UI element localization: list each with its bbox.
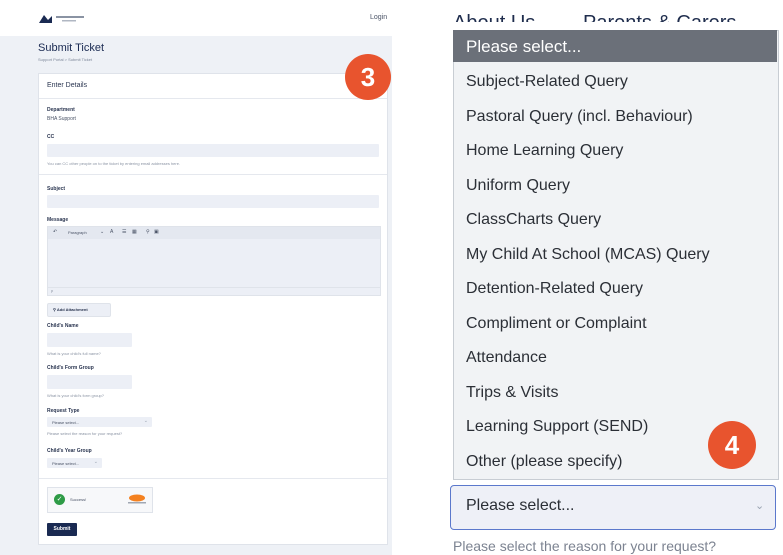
child-name-hint: What is your child's full name? bbox=[47, 351, 101, 356]
cc-label: CC bbox=[47, 134, 55, 140]
option-uniform[interactable]: Uniform Query bbox=[466, 177, 570, 195]
breadcrumb[interactable]: Support Portal > Submit Ticket bbox=[38, 57, 92, 62]
nav-parents-carers[interactable]: Parents & Carers bbox=[583, 12, 736, 22]
step-badge-4: 4 bbox=[708, 421, 756, 469]
dropdown-selected-label: Please select... bbox=[466, 37, 582, 56]
chevron-down-icon: ⌄ bbox=[143, 418, 148, 424]
option-classcharts[interactable]: ClassCharts Query bbox=[466, 211, 601, 229]
subject-label: Subject bbox=[47, 186, 66, 192]
nav-about-us[interactable]: About Us bbox=[453, 12, 535, 22]
request-type-hint: Please select the reason for your reques… bbox=[47, 431, 123, 436]
child-name-label: Child's Name bbox=[47, 323, 79, 329]
message-label: Message bbox=[47, 217, 69, 223]
option-other[interactable]: Other (please specify) bbox=[466, 453, 623, 471]
page-title: Submit Ticket bbox=[38, 42, 105, 54]
request-type-select[interactable]: Please select... ⌄ bbox=[47, 417, 152, 427]
department-value: BHA Support bbox=[47, 116, 76, 122]
chevron-down-icon: ⌄ bbox=[93, 459, 98, 465]
ticket-form-screenshot: Login Submit Ticket Support Portal > Sub… bbox=[0, 0, 392, 555]
child-name-input[interactable] bbox=[47, 333, 132, 347]
year-group-value: Please select... bbox=[52, 461, 80, 466]
paragraph-format-select[interactable]: Paragraph bbox=[68, 230, 87, 235]
table-icon[interactable]: ▦ bbox=[132, 229, 137, 235]
option-detention[interactable]: Detention-Related Query bbox=[466, 280, 643, 298]
paperclip-icon: ⚲ bbox=[53, 307, 56, 312]
option-compliment-complaint[interactable]: Compliment or Complaint bbox=[466, 315, 647, 333]
option-trips-visits[interactable]: Trips & Visits bbox=[466, 384, 558, 402]
login-link[interactable]: Login bbox=[370, 14, 387, 21]
editor-path: p bbox=[51, 288, 54, 293]
font-color-icon[interactable]: A bbox=[110, 229, 113, 235]
form-group-input[interactable] bbox=[47, 375, 132, 389]
request-type-hint-large: Please select the reason for your reques… bbox=[453, 538, 717, 554]
editor-status-bar: p bbox=[48, 287, 380, 296]
cloudflare-logo bbox=[128, 494, 146, 504]
form-group-hint: What is your child's form group? bbox=[47, 393, 105, 398]
option-mcas[interactable]: My Child At School (MCAS) Query bbox=[466, 246, 710, 264]
option-home-learning[interactable]: Home Learning Query bbox=[466, 142, 623, 160]
undo-icon[interactable]: ↶ bbox=[53, 229, 57, 235]
editor-toolbar: ↶ Paragraph ⌄ A ☰ ▦ ⚲ ▣ bbox=[48, 227, 380, 239]
request-type-label: Request Type bbox=[47, 408, 80, 414]
option-attendance[interactable]: Attendance bbox=[466, 349, 547, 367]
link-icon[interactable]: ⚲ bbox=[146, 229, 150, 235]
form-card: Enter Details Department BHA Support CC … bbox=[38, 73, 388, 545]
captcha-widget[interactable]: ✓ Success! bbox=[47, 487, 153, 513]
school-logo bbox=[39, 15, 84, 23]
year-group-select[interactable]: Please select... ⌄ bbox=[47, 458, 102, 468]
cc-input[interactable] bbox=[47, 144, 379, 157]
checkmark-icon: ✓ bbox=[54, 494, 65, 505]
captcha-status: Success! bbox=[70, 497, 87, 502]
year-group-label: Child's Year Group bbox=[47, 448, 92, 454]
step-badge-3: 3 bbox=[345, 54, 391, 100]
add-attachment-button[interactable]: ⚲ Add Attachment bbox=[47, 303, 111, 317]
add-attachment-label: Add Attachment bbox=[56, 307, 88, 312]
card-header: Enter Details bbox=[39, 74, 387, 99]
subject-input[interactable] bbox=[47, 195, 379, 208]
select-value: Please select... bbox=[466, 497, 575, 514]
chevron-down-icon[interactable]: ⌄ bbox=[100, 229, 104, 235]
chevron-down-icon: ⌄ bbox=[755, 500, 765, 512]
divider bbox=[39, 478, 387, 479]
list-icon[interactable]: ☰ bbox=[122, 229, 126, 235]
option-learning-support[interactable]: Learning Support (SEND) bbox=[466, 418, 648, 436]
image-icon[interactable]: ▣ bbox=[154, 229, 159, 235]
message-editor[interactable]: ↶ Paragraph ⌄ A ☰ ▦ ⚲ ▣ p bbox=[47, 226, 381, 296]
divider bbox=[39, 174, 387, 175]
card-title: Enter Details bbox=[47, 82, 88, 89]
option-subject-related[interactable]: Subject-Related Query bbox=[466, 73, 628, 91]
submit-button[interactable]: Submit bbox=[47, 523, 77, 536]
request-type-value: Please select... bbox=[52, 420, 80, 425]
department-label: Department bbox=[47, 107, 75, 113]
option-pastoral[interactable]: Pastoral Query (incl. Behaviour) bbox=[466, 108, 693, 126]
cc-hint: You can CC other people on to the ticket… bbox=[47, 161, 181, 166]
form-group-label: Child's Form Group bbox=[47, 365, 94, 371]
